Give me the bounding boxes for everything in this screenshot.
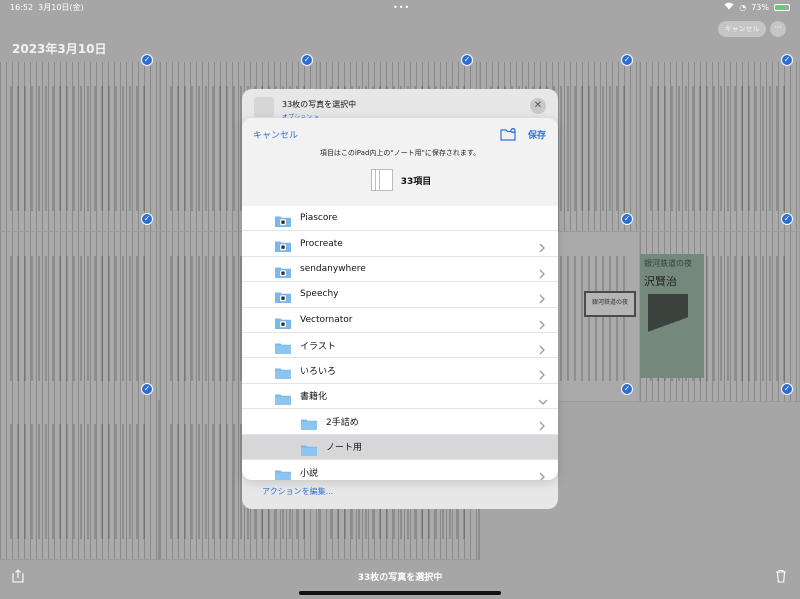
share-sheet-title: 33枚の写真を選択中	[282, 100, 357, 109]
multitasking-dots-icon[interactable]: •••	[393, 3, 410, 12]
folder-name: 書籍化	[300, 392, 328, 403]
save-button[interactable]: 保存	[528, 128, 546, 141]
selected-check-icon: ✓	[621, 54, 633, 66]
home-indicator[interactable]	[299, 591, 501, 595]
selected-check-icon: ✓	[141, 383, 153, 395]
selected-check-icon: ✓	[621, 213, 633, 225]
selected-check-icon: ✓	[621, 383, 633, 395]
save-to-files-dialog: キャンセル 保存 項目はこのiPad内上の"ノート用"に保存されます。 33項目…	[242, 118, 558, 480]
header-cancel-button[interactable]: キャンセル	[718, 21, 766, 37]
chevron-right-icon[interactable]	[538, 365, 546, 380]
edit-actions-link[interactable]: アクションを編集...	[262, 486, 333, 497]
share-preview-thumbnail	[254, 97, 274, 117]
close-button[interactable]: ✕	[530, 98, 546, 114]
folder-icon	[301, 441, 317, 456]
location-icon: ◔	[739, 2, 747, 12]
share-sheet-header: 33枚の写真を選択中 オプション >	[242, 89, 558, 121]
folder-icon	[275, 364, 291, 380]
folder-name: Piascore	[300, 213, 338, 224]
folder-row[interactable]: ノート用	[242, 434, 558, 460]
folder-row[interactable]: 2手詰め	[242, 409, 558, 435]
folder-name: Procreate	[300, 238, 343, 249]
chevron-right-icon[interactable]	[538, 238, 546, 253]
battery-percent: 73%	[751, 2, 769, 12]
chevron-right-icon[interactable]	[538, 264, 546, 279]
document-stack-icon	[369, 167, 395, 193]
item-count: 33項目	[400, 176, 432, 187]
folder-row[interactable]: 書籍化	[242, 384, 558, 410]
folder-row[interactable]: sendanywhere	[242, 257, 558, 283]
chevron-right-icon[interactable]	[538, 467, 546, 480]
folder-name: Speechy	[300, 289, 339, 300]
folder-name: イラスト	[300, 341, 336, 352]
folder-name: 小説	[300, 468, 319, 479]
chevron-right-icon[interactable]	[538, 340, 546, 355]
selected-check-icon: ✓	[781, 54, 793, 66]
status-time: 16:52	[10, 3, 34, 12]
selected-check-icon: ✓	[461, 54, 473, 66]
folder-name: 2手詰め	[326, 417, 359, 428]
folder-row[interactable]: イラスト	[242, 333, 558, 359]
selected-check-icon: ✓	[141, 54, 153, 66]
trash-icon[interactable]	[775, 568, 787, 583]
status-date: 3月10日(金)	[38, 3, 84, 12]
dialog-nav-bar: キャンセル 保存	[242, 118, 558, 150]
folder-name: sendanywhere	[300, 263, 366, 274]
folder-row[interactable]: Procreate	[242, 231, 558, 257]
folder-name: ノート用	[326, 443, 363, 454]
folder-row[interactable]: 小説	[242, 460, 558, 480]
folder-name: いろいろ	[300, 367, 337, 378]
battery-icon	[774, 3, 790, 11]
selected-check-icon: ✓	[301, 54, 313, 66]
folder-icon	[275, 466, 291, 480]
wifi-icon	[724, 2, 734, 12]
folder-row[interactable]: Speechy	[242, 282, 558, 308]
selection-count-title: 33枚の写真を選択中	[357, 573, 443, 583]
chevron-down-icon[interactable]	[538, 391, 548, 405]
chevron-right-icon[interactable]	[538, 289, 546, 304]
chevron-right-icon[interactable]	[538, 416, 546, 431]
app-folder-icon	[275, 237, 291, 253]
app-folder-icon	[275, 263, 291, 278]
folder-icon	[275, 390, 291, 405]
folder-icon	[275, 339, 291, 354]
more-options-button[interactable]: ···	[770, 21, 786, 37]
app-folder-icon	[275, 314, 291, 329]
new-folder-icon[interactable]	[500, 126, 516, 141]
app-folder-icon	[275, 212, 291, 227]
folder-row[interactable]: Piascore	[242, 206, 558, 232]
folder-row[interactable]: Vectornator	[242, 308, 558, 333]
folder-icon	[301, 415, 317, 431]
folder-list: Piascore Procreate sendanywhere Speechy Vect…	[242, 206, 558, 480]
selected-check-icon: ✓	[141, 213, 153, 225]
selected-check-icon: ✓	[781, 213, 793, 225]
folder-row[interactable]: いろいろ	[242, 358, 558, 384]
app-folder-icon	[275, 288, 291, 304]
cancel-button[interactable]: キャンセル	[253, 128, 298, 141]
chevron-right-icon[interactable]	[538, 315, 546, 330]
page-title: 2023年3月10日	[12, 42, 107, 56]
save-item-summary: 33項目	[242, 166, 558, 194]
selected-check-icon: ✓	[781, 383, 793, 395]
folder-name: Vectornator	[300, 314, 353, 325]
